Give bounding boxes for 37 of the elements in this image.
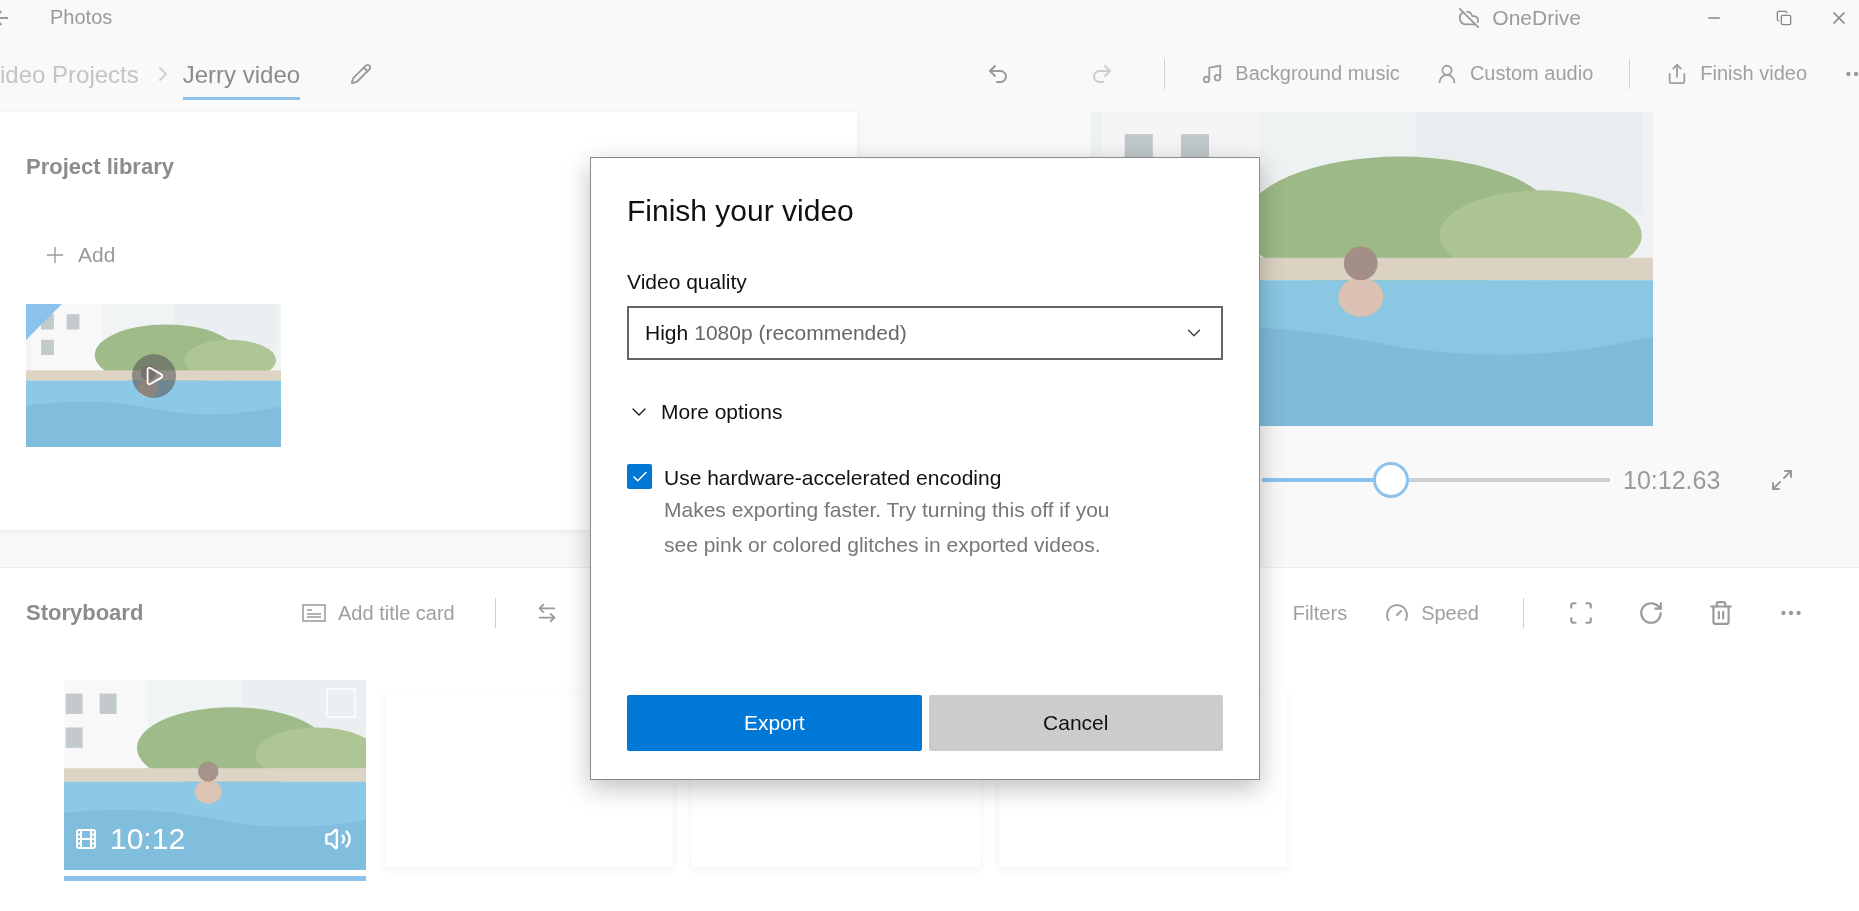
cancel-button[interactable]: Cancel bbox=[928, 695, 1223, 751]
toolbar-button[interactable]: Custom audio bbox=[1435, 62, 1594, 85]
time-label: 10:12.63 bbox=[1623, 465, 1721, 495]
quality-dropdown[interactable]: High 1080p (recommended) bbox=[627, 306, 1223, 360]
storyboard-action[interactable]: Filters bbox=[1292, 601, 1348, 625]
breadcrumb-item[interactable]: Jerry video bbox=[182, 53, 301, 100]
checkbox-label: Use hardware-accelerated encoding bbox=[664, 466, 1003, 490]
seek-thumb[interactable] bbox=[1372, 462, 1409, 498]
corner-marker bbox=[26, 304, 62, 340]
clip-duration: 10:12 bbox=[110, 822, 186, 856]
crop-icon[interactable] bbox=[1568, 600, 1594, 626]
film-icon bbox=[74, 827, 98, 851]
checkbox[interactable] bbox=[627, 464, 652, 489]
trash-icon[interactable] bbox=[1708, 600, 1734, 626]
export-button[interactable]: Export bbox=[627, 695, 922, 751]
rotate-icon[interactable] bbox=[1638, 600, 1664, 626]
restore-icon[interactable] bbox=[1776, 9, 1792, 26]
edit-icon[interactable] bbox=[350, 62, 373, 85]
play-button[interactable] bbox=[132, 354, 176, 398]
more-options-toggle[interactable]: More options bbox=[627, 400, 1223, 424]
panel-title: Project library bbox=[26, 154, 175, 180]
add-button[interactable]: Add bbox=[42, 242, 831, 268]
app-title: Photos bbox=[50, 6, 113, 29]
dialog-title: Finish your video bbox=[627, 194, 855, 228]
title-card-icon bbox=[302, 604, 326, 622]
storyboard-title: Storyboard bbox=[26, 600, 145, 626]
seek-slider[interactable] bbox=[1262, 462, 1610, 498]
expand-icon[interactable] bbox=[1770, 468, 1795, 492]
music-note-icon bbox=[1201, 62, 1224, 85]
storyboard-action[interactable]: Add title card bbox=[302, 601, 455, 625]
toolbar-button[interactable]: Finish video bbox=[1666, 62, 1807, 85]
onedrive-label: OneDrive bbox=[1492, 5, 1581, 30]
toolbar-button[interactable]: Background music bbox=[1201, 62, 1400, 85]
field-label: Video quality bbox=[627, 270, 748, 294]
checkbox-description: Makes exporting faster. Try turning this off if you see pink or colored glitches in exported videos. bbox=[664, 497, 1111, 558]
storyboard-action[interactable]: Speed bbox=[1385, 601, 1479, 625]
cloud-off-icon bbox=[1458, 6, 1481, 29]
